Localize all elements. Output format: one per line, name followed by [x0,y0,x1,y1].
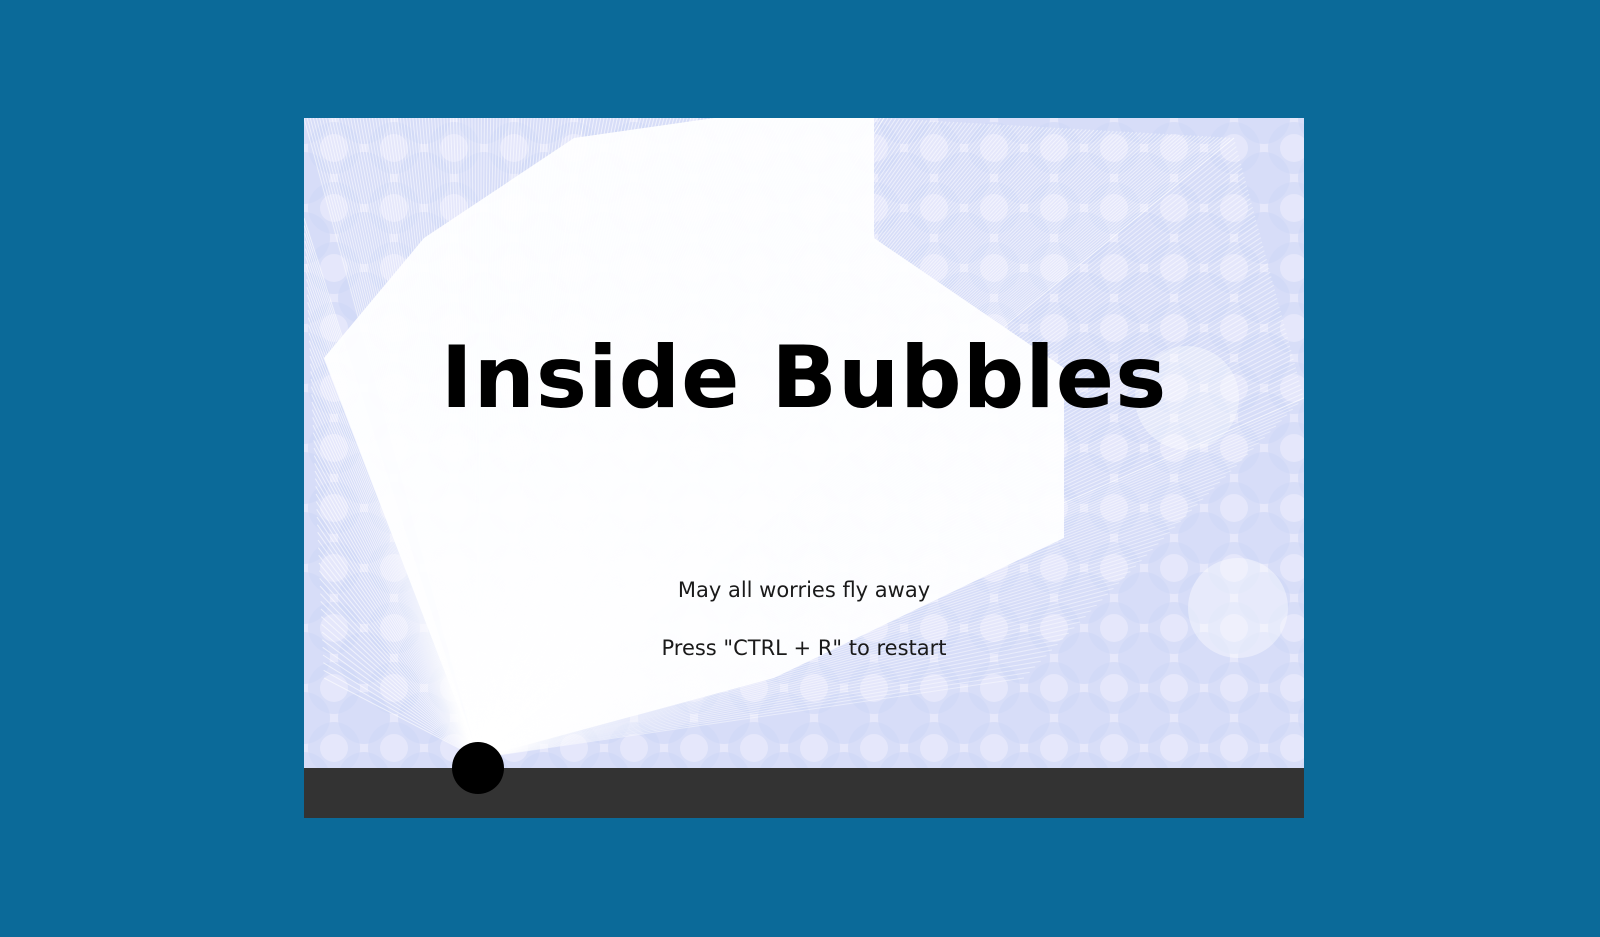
restart-hint-text: Press "CTRL + R" to restart [661,636,947,660]
background-art [304,118,1304,818]
player-ball [452,742,504,794]
game-canvas[interactable]: Inside Bubbles May all worries fly away … [304,118,1304,818]
game-title: Inside Bubbles [440,328,1168,428]
subtitle-text: May all worries fly away [677,578,931,602]
